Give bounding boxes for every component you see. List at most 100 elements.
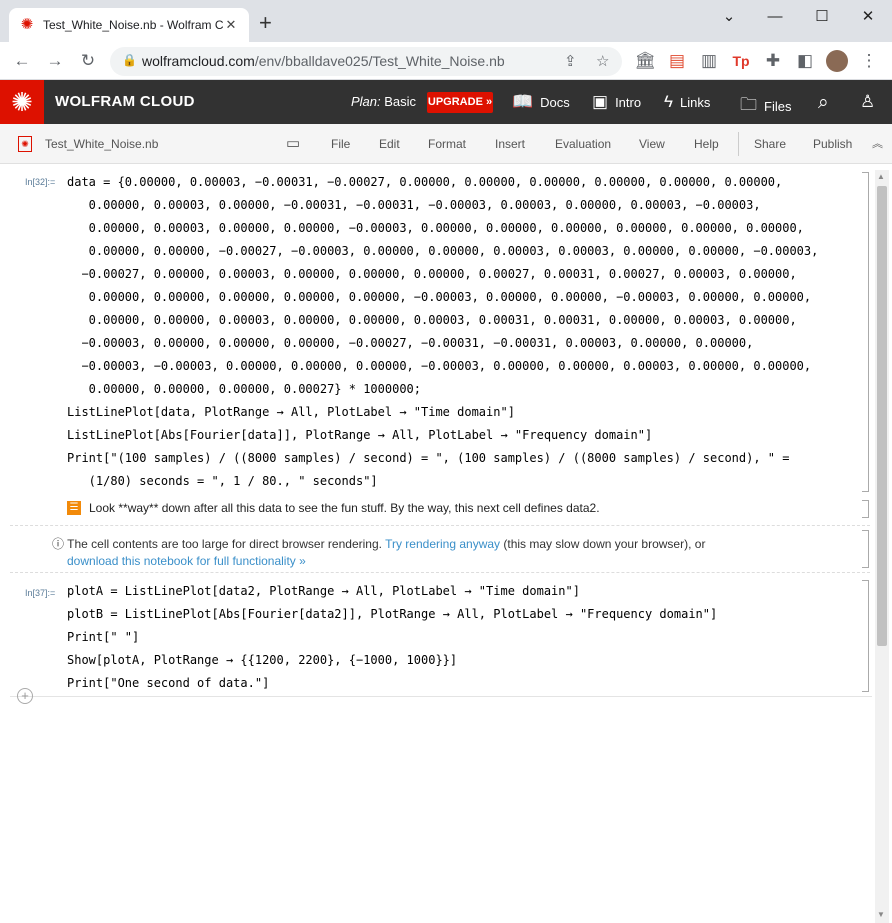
present-mode-icon[interactable]: ▭ xyxy=(286,134,300,152)
stack-extension-icon[interactable]: ▥ xyxy=(698,50,720,72)
code-line: Print["One second of data."] xyxy=(67,676,270,690)
code-line: 0.00000, 0.00000, 0.00000, 0.00027} * 10… xyxy=(67,382,422,396)
profile-avatar[interactable] xyxy=(826,50,848,72)
cell-label: In[32]:= xyxy=(25,177,56,187)
browser-menu-icon[interactable]: ⋮ xyxy=(858,50,880,72)
tab-title: Test_White_Noise.nb - Wolfram C xyxy=(43,18,223,32)
todoist-extension-icon[interactable]: ▤ xyxy=(666,50,688,72)
browser-tab-bar: ✺ Test_White_Noise.nb - Wolfram C ✕ + ⌄ … xyxy=(0,0,892,42)
tab-search-icon[interactable]: ⌄ xyxy=(714,6,744,28)
back-icon[interactable]: ← xyxy=(11,50,33,72)
tp-extension-icon[interactable]: Tp xyxy=(730,50,752,72)
code-line: data = {0.00000, 0.00003, −0.00031, −0.0… xyxy=(67,175,783,189)
code-line: Print["(100 samples) / ((8000 samples) /… xyxy=(67,451,790,465)
cell-bracket[interactable] xyxy=(862,530,869,568)
code-line: 0.00000, 0.00000, −0.00027, −0.00003, 0.… xyxy=(67,244,819,258)
files-button[interactable]: 🗀 Files xyxy=(740,92,791,121)
scroll-down-icon[interactable]: ▼ xyxy=(877,910,885,919)
code-line: 0.00000, 0.00000, 0.00003, 0.00000, 0.00… xyxy=(67,313,797,327)
url-text: wolframcloud.com/env/bballdave025/Test_W… xyxy=(142,53,505,69)
folder-icon: 🗀 xyxy=(740,95,757,114)
code-line: −0.00027, 0.00000, 0.00003, 0.00000, 0.0… xyxy=(67,267,797,281)
intro-icon: ▣ xyxy=(592,92,609,111)
side-panel-icon[interactable]: ◧ xyxy=(794,50,816,72)
try-rendering-link[interactable]: Try rendering anyway xyxy=(385,537,500,551)
cell-bracket[interactable] xyxy=(862,500,869,518)
links-button[interactable]: ϟ Links xyxy=(664,92,710,112)
add-cell-icon[interactable]: + xyxy=(17,688,33,704)
code-line: Show[plotA, PlotRange → {{1200, 2200}, {… xyxy=(67,653,458,667)
code-line: 0.00000, 0.00003, 0.00000, 0.00000, −0.0… xyxy=(67,221,804,235)
code-line: −0.00003, 0.00000, 0.00000, 0.00000, −0.… xyxy=(67,336,754,350)
reload-icon[interactable]: ↻ xyxy=(77,50,99,72)
warning-text: The cell contents are too large for dire… xyxy=(67,537,382,551)
app-title[interactable]: WOLFRAM CLOUD xyxy=(55,93,195,110)
code-line: 0.00000, 0.00003, 0.00000, −0.00031, −0.… xyxy=(67,198,761,212)
share-button[interactable]: Share xyxy=(754,137,786,151)
book-icon: 📖 xyxy=(512,92,534,111)
code-line: ListLinePlot[data, PlotRange → All, Plot… xyxy=(67,405,515,419)
menu-edit[interactable]: Edit xyxy=(379,137,400,151)
menu-view[interactable]: View xyxy=(639,137,665,151)
notebook-area: In[32]:= data = {0.00000, 0.00003, −0.00… xyxy=(0,164,892,923)
code-line: Print[" "] xyxy=(67,630,140,644)
menu-file[interactable]: File xyxy=(331,137,350,151)
forward-icon[interactable]: → xyxy=(44,50,66,72)
intro-button[interactable]: ▣ Intro xyxy=(592,92,641,112)
code-line: 0.00000, 0.00000, 0.00000, 0.00000, 0.00… xyxy=(67,290,812,304)
toolbar-divider xyxy=(738,132,739,156)
text-cell[interactable]: ☰ Look **way** down after all this data … xyxy=(67,501,600,515)
extensions-puzzle-icon[interactable]: ✚ xyxy=(762,50,784,72)
code-line: plotB = ListLinePlot[Abs[Fourier[data2]]… xyxy=(67,607,718,621)
notebook-file-icon: ✺ xyxy=(18,136,32,152)
cell-label: In[37]:= xyxy=(25,588,56,598)
collapse-toolbar-icon[interactable]: ︽ xyxy=(872,135,883,151)
close-tab-icon[interactable]: ✕ xyxy=(223,17,239,33)
lightning-icon: ϟ xyxy=(664,92,673,111)
publish-button[interactable]: Publish xyxy=(813,137,852,151)
menu-evaluation[interactable]: Evaluation xyxy=(555,137,611,151)
lock-icon: 🔒 xyxy=(122,53,137,67)
render-warning: ⓘ The cell contents are too large for di… xyxy=(52,536,705,570)
maximize-icon[interactable]: ☐ xyxy=(807,6,837,28)
scrollbar[interactable]: ▲ ▼ xyxy=(875,170,889,923)
upgrade-button[interactable]: UPGRADE » xyxy=(427,92,493,113)
minimize-icon[interactable]: — xyxy=(760,6,790,28)
address-bar[interactable]: 🔒 wolframcloud.com/env/bballdave025/Test… xyxy=(110,47,622,76)
download-notebook-link[interactable]: download this notebook for full function… xyxy=(67,554,306,568)
cell-bracket[interactable] xyxy=(862,172,869,492)
notebook-toolbar: ✺ Test_White_Noise.nb ▭ File Edit Format… xyxy=(0,124,892,164)
info-icon: ⓘ xyxy=(52,537,65,551)
menu-insert[interactable]: Insert xyxy=(495,137,525,151)
wolfram-logo-icon[interactable]: ✺ xyxy=(0,80,44,124)
menu-format[interactable]: Format xyxy=(428,137,466,151)
menu-help[interactable]: Help xyxy=(694,137,719,151)
scroll-up-icon[interactable]: ▲ xyxy=(877,172,885,181)
plan-indicator: Plan: Basic xyxy=(351,94,417,109)
code-line: (1/80) seconds = ", 1 / 80., " seconds"] xyxy=(67,474,378,488)
warning-text-rest: (this may slow down your browser), or xyxy=(503,537,706,551)
scrollbar-thumb[interactable] xyxy=(877,186,887,646)
close-window-icon[interactable]: ✕ xyxy=(853,6,883,28)
cell-separator xyxy=(10,572,870,573)
bank-extension-icon[interactable]: 🏛 xyxy=(634,50,656,72)
text-cell-icon: ☰ xyxy=(67,501,81,515)
code-line: ListLinePlot[Abs[Fourier[data]], PlotRan… xyxy=(67,428,653,442)
cell-bracket[interactable] xyxy=(862,580,869,692)
wolfram-favicon-icon: ✺ xyxy=(20,16,34,33)
browser-tab[interactable]: ✺ Test_White_Noise.nb - Wolfram C ✕ xyxy=(9,8,249,42)
text-cell-content: Look **way** down after all this data to… xyxy=(89,501,600,515)
wolfram-cloud-header: ✺ WOLFRAM CLOUD Plan: Basic UPGRADE » 📖 D… xyxy=(0,80,892,124)
user-account-icon[interactable]: ♙ xyxy=(860,92,875,112)
cell-insertion-line xyxy=(10,696,872,697)
new-tab-icon[interactable]: + xyxy=(259,12,272,34)
browser-toolbar: ← → ↻ 🔒 wolframcloud.com/env/bballdave02… xyxy=(0,42,892,80)
search-icon[interactable]: ⌕ xyxy=(818,92,829,114)
bookmark-star-icon[interactable]: ☆ xyxy=(596,52,609,70)
code-line: plotA = ListLinePlot[data2, PlotRange → … xyxy=(67,584,580,598)
cell-separator xyxy=(10,525,870,526)
docs-button[interactable]: 📖 Docs xyxy=(512,92,570,112)
notebook-name[interactable]: Test_White_Noise.nb xyxy=(45,137,158,151)
share-page-icon[interactable]: ⇪ xyxy=(564,52,577,70)
code-line: −0.00003, −0.00003, 0.00000, 0.00000, 0.… xyxy=(67,359,812,373)
